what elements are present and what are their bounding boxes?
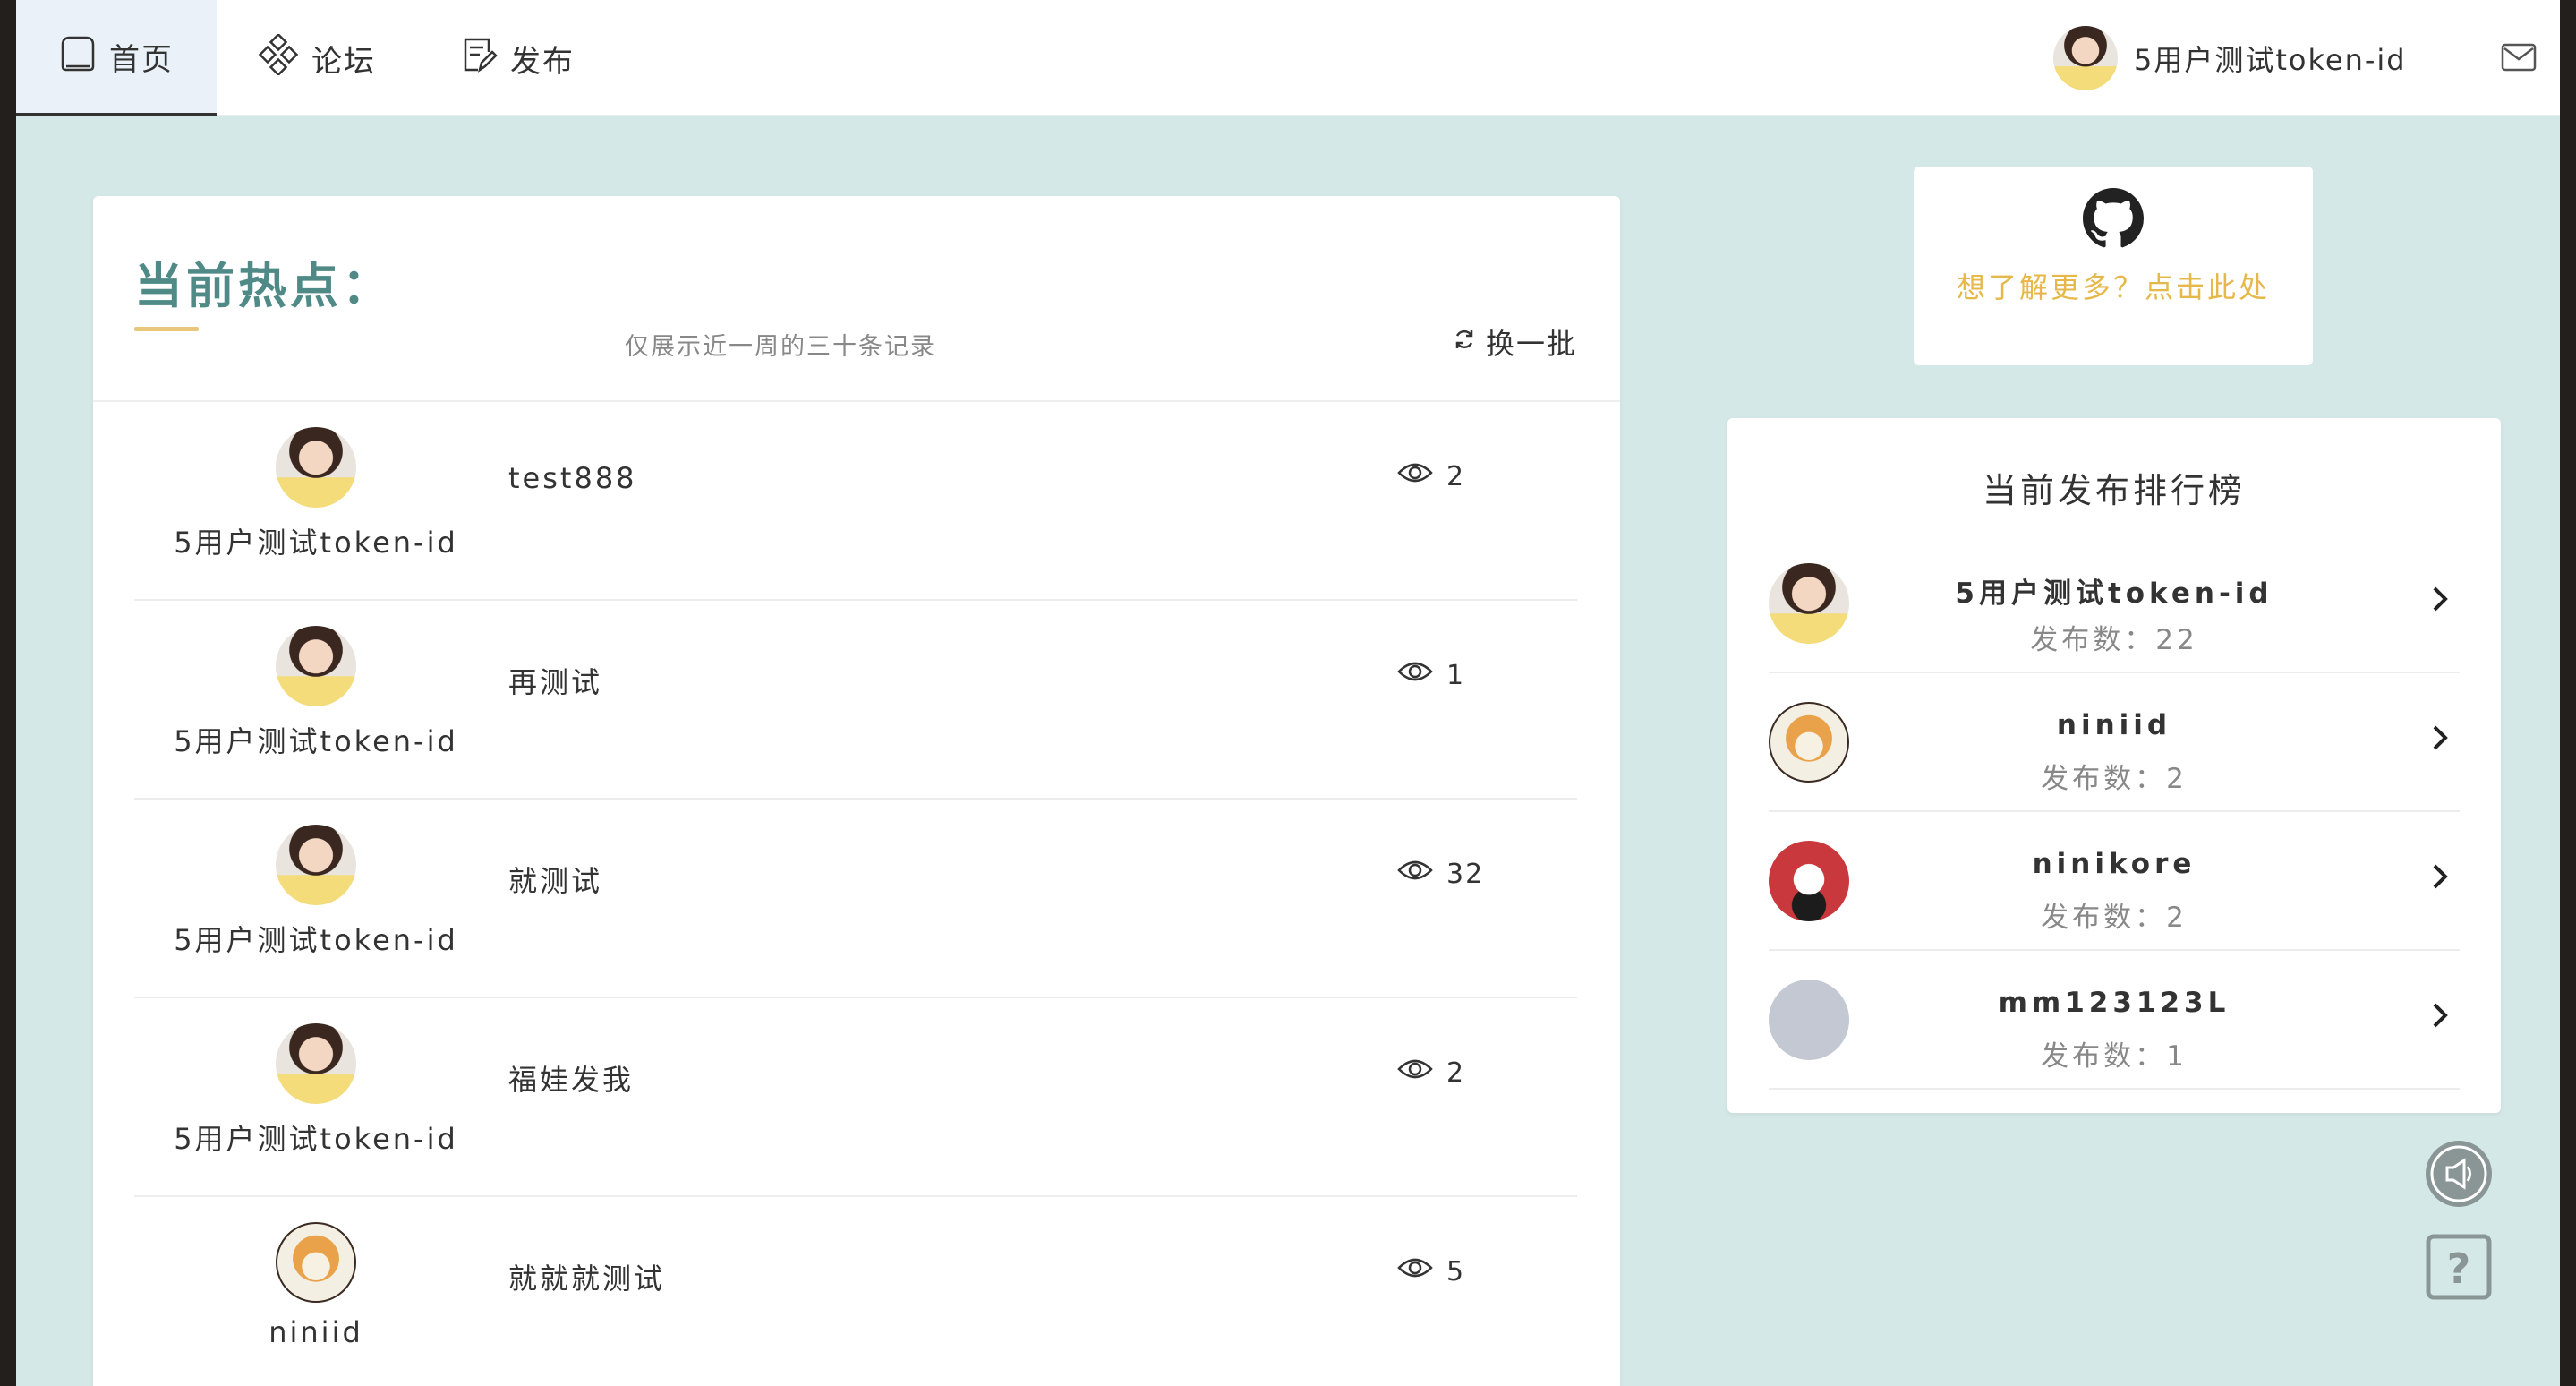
rank-post-count: 发布数：1	[2041, 1040, 2188, 1073]
post-row[interactable]: 5用户测试token-id 就测试 32	[134, 800, 1577, 998]
eye-icon	[1396, 459, 1446, 493]
refresh-label: 换一批	[1485, 327, 1577, 361]
hot-subtitle: 仅展示近一周的三十条记录	[625, 333, 936, 361]
view-count: 2	[1446, 460, 1466, 492]
nav-home-tab[interactable]: 首页	[16, 0, 217, 116]
rank-row[interactable]: niniid 发布数：2	[1769, 673, 2460, 812]
author-avatar	[276, 1222, 356, 1303]
github-icon	[2083, 188, 2144, 252]
post-title[interactable]: 再测试	[508, 660, 602, 701]
rank-row[interactable]: 5用户测试token-id 发布数：22	[1769, 535, 2460, 673]
hot-title: 当前热点：	[134, 258, 394, 314]
post-views: 2	[1396, 1056, 1465, 1090]
author-name: 5用户测试token-id	[174, 1122, 458, 1156]
nav-forum-tab[interactable]: 论坛	[258, 0, 376, 116]
eye-icon	[1396, 1254, 1446, 1288]
rank-post-count: 发布数：2	[2041, 902, 2188, 934]
post-author[interactable]: 5用户测试token-id	[134, 800, 498, 998]
learn-more-card[interactable]: 想了解更多？点击此处	[1914, 167, 2313, 365]
window-edge-left	[0, 0, 16, 1386]
rank-post-count: 发布数：2	[2041, 763, 2188, 795]
mail-icon[interactable]	[2501, 41, 2537, 77]
post-title[interactable]: 福娃发我	[508, 1057, 634, 1099]
chevron-right-icon[interactable]	[2429, 859, 2451, 898]
refresh-icon	[1452, 325, 1486, 359]
author-name: niniid	[269, 1315, 363, 1349]
author-name: 5用户测试token-id	[174, 526, 458, 560]
post-title[interactable]: test888	[508, 461, 637, 495]
view-count: 2	[1446, 1057, 1466, 1089]
rank-avatar	[1769, 563, 1849, 644]
eye-icon	[1396, 1056, 1446, 1090]
post-author[interactable]: 5用户测试token-id	[134, 601, 498, 800]
author-name: 5用户测试token-id	[174, 923, 458, 957]
nav-publish-tab[interactable]: 发布	[460, 0, 575, 116]
help-button[interactable]: ?	[2426, 1234, 2492, 1304]
rank-avatar	[1769, 980, 1849, 1060]
eye-icon	[1396, 658, 1446, 692]
edit-icon	[460, 34, 510, 83]
hot-topics-card: 当前热点： 仅展示近一周的三十条记录 换一批 5用户测试token-id tes…	[93, 196, 1620, 1386]
rank-user-name: 5用户测试token-id	[1955, 578, 2273, 610]
post-row[interactable]: 5用户测试token-id 福娃发我 2	[134, 998, 1577, 1197]
refresh-button[interactable]: 换一批	[1452, 321, 1577, 363]
home-icon	[59, 32, 109, 81]
rank-user-name: mm123123L	[1998, 987, 2231, 1019]
question-icon: ?	[2426, 1234, 2492, 1304]
post-row[interactable]: 5用户测试token-id 再测试 1	[134, 601, 1577, 800]
user-avatar	[2053, 26, 2118, 90]
post-row[interactable]: niniid 就就就测试 5	[134, 1197, 1577, 1386]
rank-avatar	[1769, 702, 1849, 783]
author-avatar	[276, 427, 356, 508]
author-avatar	[276, 1023, 356, 1104]
post-views: 32	[1396, 857, 1484, 891]
nav-forum-label: 论坛	[311, 43, 376, 80]
eye-icon	[1396, 857, 1446, 891]
post-views: 1	[1396, 658, 1465, 692]
author-avatar	[276, 825, 356, 905]
nav-home-label: 首页	[109, 41, 174, 78]
rank-user-name: niniid	[2056, 709, 2172, 741]
post-title[interactable]: 就就就测试	[508, 1256, 665, 1297]
post-views: 2	[1396, 459, 1465, 493]
post-author[interactable]: niniid	[134, 1197, 498, 1386]
window-edge-right	[2560, 0, 2576, 1386]
announcement-button[interactable]	[2424, 1139, 2494, 1212]
speaker-icon	[2424, 1141, 2494, 1212]
view-count: 32	[1446, 858, 1485, 890]
post-row[interactable]: 5用户测试token-id test888 2	[134, 402, 1577, 601]
svg-text:?: ?	[2447, 1245, 2471, 1293]
top-navbar: 首页 论坛 发布 5用户测试token-id	[16, 0, 2560, 116]
view-count: 5	[1446, 1255, 1466, 1288]
rank-row[interactable]: ninikore 发布数：2	[1769, 812, 2460, 951]
author-name: 5用户测试token-id	[174, 724, 458, 758]
title-underline	[134, 327, 199, 331]
nav-publish-label: 发布	[510, 43, 575, 80]
post-author[interactable]: 5用户测试token-id	[134, 402, 498, 601]
forum-icon	[258, 32, 311, 83]
rank-user-name: ninikore	[2032, 848, 2196, 880]
user-menu[interactable]: 5用户测试token-id	[2053, 22, 2407, 94]
post-title[interactable]: 就测试	[508, 859, 602, 900]
chevron-right-icon[interactable]	[2429, 720, 2451, 759]
rank-post-count: 发布数：22	[2030, 624, 2198, 656]
view-count: 1	[1446, 659, 1466, 691]
rank-avatar	[1769, 841, 1849, 921]
user-name: 5用户测试token-id	[2134, 43, 2407, 77]
author-avatar	[276, 626, 356, 706]
chevron-right-icon[interactable]	[2429, 581, 2451, 620]
rank-row[interactable]: mm123123L 发布数：1	[1769, 951, 2460, 1090]
post-views: 5	[1396, 1254, 1465, 1288]
post-author[interactable]: 5用户测试token-id	[134, 998, 498, 1197]
ranking-title: 当前发布排行榜	[1982, 471, 2246, 510]
chevron-right-icon[interactable]	[2429, 997, 2451, 1037]
publish-ranking-card: 当前发布排行榜 5用户测试token-id 发布数：22 niniid 发布数：…	[1727, 418, 2501, 1113]
learn-more-link[interactable]: 想了解更多？点击此处	[1914, 265, 2313, 306]
